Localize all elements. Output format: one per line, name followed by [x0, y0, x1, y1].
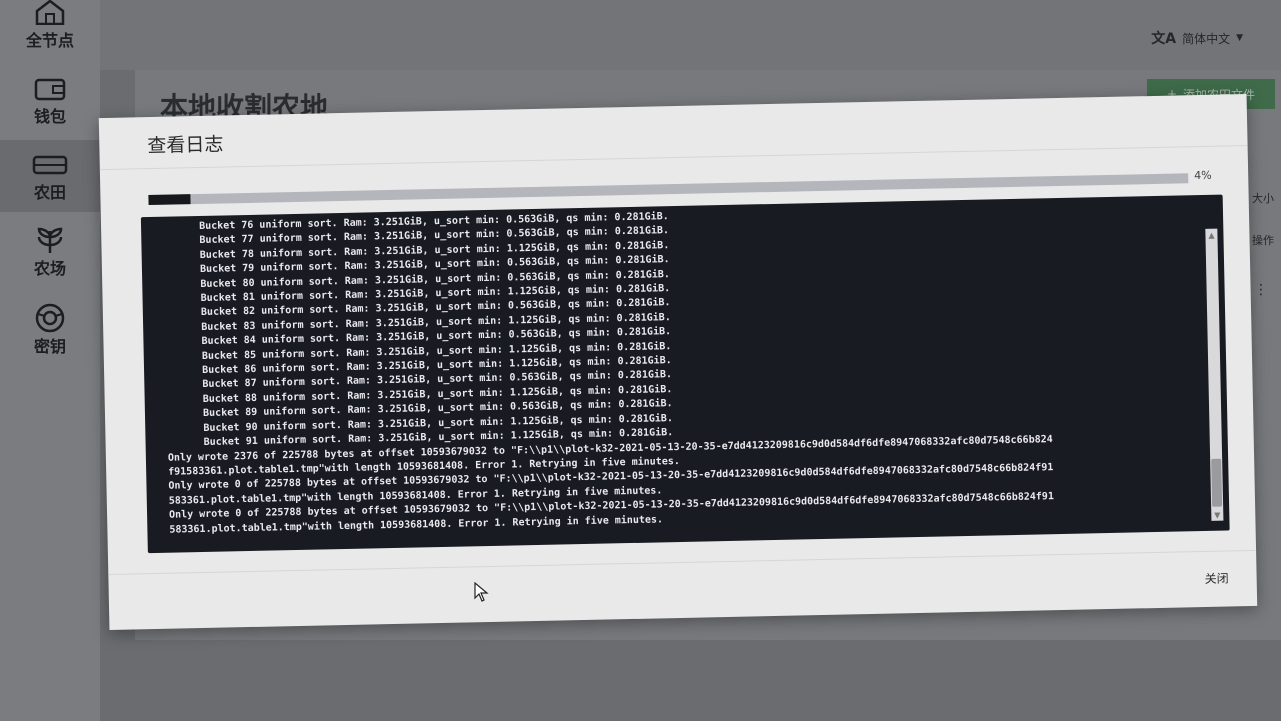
translate-icon: 文A: [1151, 31, 1177, 47]
sidebar-item-label: 农田: [33, 183, 66, 202]
column-header-action: 操作: [1252, 234, 1274, 247]
progress-percent: 4%: [1194, 168, 1212, 183]
language-switch[interactable]: 文A 简体中文 ▼: [1151, 28, 1243, 48]
sidebar-item-label: 钱包: [33, 107, 66, 126]
plant-icon: [30, 225, 70, 255]
scroll-thumb[interactable]: [1211, 458, 1223, 507]
sidebar-item-label: 密钥: [33, 337, 66, 356]
scroll-up-icon[interactable]: ▲: [1205, 229, 1217, 241]
sidebar-item-label: 全节点: [25, 31, 74, 50]
wallet-icon: [30, 73, 70, 103]
language-label: 简体中文: [1182, 31, 1231, 46]
sidebar-item-farmland[interactable]: 农田: [0, 140, 100, 212]
chevron-down-icon: ▼: [1236, 33, 1243, 43]
mouse-cursor-icon: [474, 581, 490, 606]
sidebar-item-label: 农场: [33, 259, 66, 278]
log-scrollbar[interactable]: ▲ ▼: [1205, 228, 1224, 521]
sidebar-item-wallet[interactable]: 钱包: [0, 64, 100, 136]
modal-title: 查看日志: [147, 133, 224, 158]
home-icon: [30, 0, 70, 27]
scroll-down-icon[interactable]: ▼: [1211, 509, 1223, 521]
sidebar-item-full-node[interactable]: 全节点: [0, 0, 100, 60]
log-lines: Bucket 76 uniform sort. Ram: 3.251GiB, u…: [163, 199, 1198, 546]
sidebar-item-farm[interactable]: 农场: [0, 216, 100, 288]
close-button[interactable]: 关闭: [1204, 570, 1228, 587]
log-modal: 查看日志 4% Bucket 76 uniform sort. Ram: 3.2…: [98, 94, 1258, 630]
top-bar: 文A 简体中文 ▼: [100, 0, 1281, 70]
more-options-icon[interactable]: ⋮: [1254, 282, 1268, 298]
sidebar: 全节点 钱包 农田 农场 密钥: [0, 0, 100, 721]
sidebar-item-keys[interactable]: 密钥: [0, 294, 100, 366]
log-output[interactable]: Bucket 76 uniform sort. Ram: 3.251GiB, u…: [140, 194, 1230, 554]
column-header-size: 大小: [1252, 192, 1274, 205]
lifebuoy-icon: [30, 303, 70, 333]
drive-icon: [30, 149, 70, 179]
progress-fill: [148, 194, 191, 206]
